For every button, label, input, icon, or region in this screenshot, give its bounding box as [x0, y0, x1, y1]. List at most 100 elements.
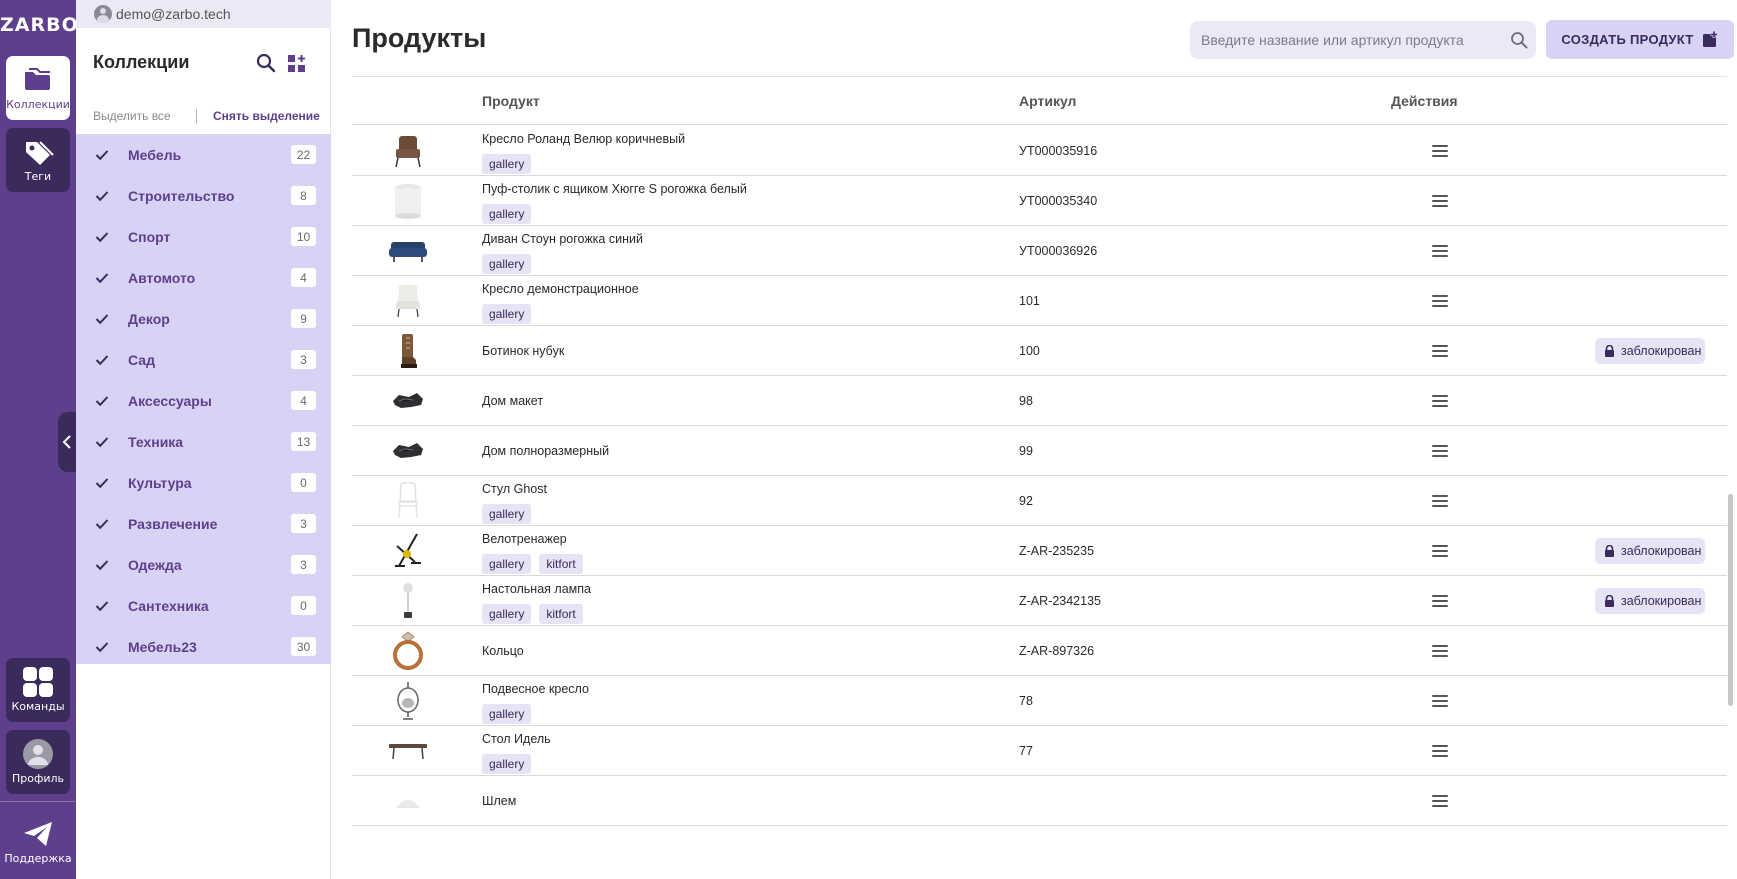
nav-teams[interactable]: Команды	[6, 658, 70, 722]
product-name[interactable]: Дом полноразмерный	[482, 444, 609, 458]
product-thumbnail[interactable]	[387, 781, 429, 821]
tag-chip[interactable]: gallery	[482, 554, 532, 574]
collection-item[interactable]: Мебель23 30	[76, 626, 331, 667]
actions-menu-icon[interactable]	[1432, 445, 1448, 457]
product-name[interactable]: Диван Стоун рогожка синий	[482, 232, 643, 246]
tag-chip[interactable]: kitfort	[539, 604, 583, 624]
table-row[interactable]: Настольная лампа gallery kitfort Z-AR-23421…	[352, 576, 1727, 626]
check-icon[interactable]	[95, 148, 109, 162]
product-thumbnail[interactable]	[387, 231, 429, 271]
actions-menu-icon[interactable]	[1432, 295, 1448, 307]
tag-chip[interactable]: gallery	[482, 254, 532, 274]
table-row[interactable]: Шлем	[352, 776, 1727, 826]
check-icon[interactable]	[95, 517, 109, 531]
scrollbar-thumb[interactable]	[1728, 494, 1733, 706]
nav-support[interactable]: Поддержка	[4, 810, 72, 874]
product-name[interactable]: Кресло Роланд Велюр коричневый	[482, 132, 685, 146]
search-icon[interactable]	[1510, 31, 1528, 49]
check-icon[interactable]	[95, 435, 109, 449]
actions-menu-icon[interactable]	[1432, 345, 1448, 357]
table-row[interactable]: Кресло Роланд Велюр коричневый gallery УТ0…	[352, 126, 1727, 176]
collection-item[interactable]: Одежда 3	[76, 544, 331, 585]
table-row[interactable]: Подвесное кресло gallery 78	[352, 676, 1727, 726]
product-thumbnail[interactable]	[387, 431, 429, 471]
table-row[interactable]: Дом макет 98	[352, 376, 1727, 426]
collection-item[interactable]: Техника 13	[76, 421, 331, 462]
product-name[interactable]: Стол Идель	[482, 732, 551, 746]
tag-chip[interactable]: gallery	[482, 154, 532, 174]
table-row[interactable]: Диван Стоун рогожка синий gallery УТ000036…	[352, 226, 1727, 276]
check-icon[interactable]	[95, 353, 109, 367]
check-icon[interactable]	[95, 558, 109, 572]
collection-item[interactable]: Автомото 4	[76, 257, 331, 298]
tag-chip[interactable]: gallery	[482, 754, 532, 774]
select-all-button[interactable]: Выделить все	[76, 109, 196, 123]
table-scrollbar[interactable]	[1727, 77, 1733, 867]
check-icon[interactable]	[95, 230, 109, 244]
product-name[interactable]: Ботинок нубук	[482, 344, 564, 358]
nav-tags[interactable]: Теги	[6, 128, 70, 192]
product-name[interactable]: Настольная лампа	[482, 582, 591, 596]
product-thumbnail[interactable]	[387, 481, 429, 521]
product-name[interactable]: Шлем	[482, 794, 516, 808]
actions-menu-icon[interactable]	[1432, 595, 1448, 607]
check-icon[interactable]	[95, 189, 109, 203]
actions-menu-icon[interactable]	[1432, 195, 1448, 207]
product-name[interactable]: Кольцо	[482, 644, 524, 658]
table-row[interactable]: Дом полноразмерный 99	[352, 426, 1727, 476]
user-strip[interactable]: demo@zarbo.tech	[76, 0, 331, 28]
product-name[interactable]: Кресло демонстрационное	[482, 282, 639, 296]
collection-item[interactable]: Спорт 10	[76, 216, 331, 257]
product-name[interactable]: Подвесное кресло	[482, 682, 589, 696]
product-thumbnail[interactable]	[387, 581, 429, 621]
collection-item[interactable]: Развлечение 3	[76, 503, 331, 544]
search-icon[interactable]	[256, 53, 276, 73]
table-row[interactable]: Ботинок нубук 100 заблокирован	[352, 326, 1727, 376]
column-sku[interactable]: Артикул	[1019, 93, 1076, 109]
actions-menu-icon[interactable]	[1432, 695, 1448, 707]
collection-item[interactable]: Строительство 8	[76, 175, 331, 216]
product-search-input[interactable]	[1201, 32, 1501, 48]
column-product[interactable]: Продукт	[482, 93, 540, 109]
tag-chip[interactable]: kitfort	[539, 554, 583, 574]
product-thumbnail[interactable]	[387, 731, 429, 771]
collection-item[interactable]: Аксессуары 4	[76, 380, 331, 421]
check-icon[interactable]	[95, 599, 109, 613]
actions-menu-icon[interactable]	[1432, 395, 1448, 407]
product-thumbnail[interactable]	[387, 181, 429, 221]
collection-item[interactable]: Сантехника 0	[76, 585, 331, 626]
deselect-button[interactable]: Снять выделение	[213, 109, 320, 123]
product-thumbnail[interactable]	[387, 681, 429, 721]
product-thumbnail[interactable]	[387, 631, 429, 671]
collection-item[interactable]: Декор 9	[76, 298, 331, 339]
product-thumbnail[interactable]	[387, 281, 429, 321]
actions-menu-icon[interactable]	[1432, 545, 1448, 557]
table-row[interactable]: Велотренажер gallery kitfort Z-AR-235235 заб…	[352, 526, 1727, 576]
create-product-button[interactable]: СОЗДАТЬ ПРОДУКТ	[1546, 20, 1734, 59]
actions-menu-icon[interactable]	[1432, 495, 1448, 507]
product-name[interactable]: Пуф-столик с ящиком Хюгге S рогожка белы…	[482, 182, 747, 196]
collection-item[interactable]: Сад 3	[76, 339, 331, 380]
product-name[interactable]: Велотренажер	[482, 532, 567, 546]
product-name[interactable]: Стул Ghost	[482, 482, 547, 496]
table-row[interactable]: Пуф-столик с ящиком Хюгге S рогожка белы…	[352, 176, 1727, 226]
tag-chip[interactable]: gallery	[482, 704, 532, 724]
collection-item[interactable]: Культура 0	[76, 462, 331, 503]
check-icon[interactable]	[95, 271, 109, 285]
table-row[interactable]: Стол Идель gallery 77	[352, 726, 1727, 776]
product-thumbnail[interactable]	[387, 381, 429, 421]
collection-item[interactable]: Мебель 22	[76, 134, 331, 175]
table-row[interactable]: Стул Ghost gallery 92	[352, 476, 1727, 526]
tag-chip[interactable]: gallery	[482, 204, 532, 224]
tag-chip[interactable]: gallery	[482, 604, 532, 624]
actions-menu-icon[interactable]	[1432, 245, 1448, 257]
check-icon[interactable]	[95, 476, 109, 490]
product-thumbnail[interactable]	[387, 331, 429, 371]
add-collection-icon[interactable]	[287, 54, 307, 74]
tag-chip[interactable]: gallery	[482, 504, 532, 524]
actions-menu-icon[interactable]	[1432, 795, 1448, 807]
table-row[interactable]: Кольцо Z-AR-897326	[352, 626, 1727, 676]
check-icon[interactable]	[95, 640, 109, 654]
product-thumbnail[interactable]	[387, 131, 429, 171]
nav-collections[interactable]: Коллекции	[6, 56, 70, 120]
